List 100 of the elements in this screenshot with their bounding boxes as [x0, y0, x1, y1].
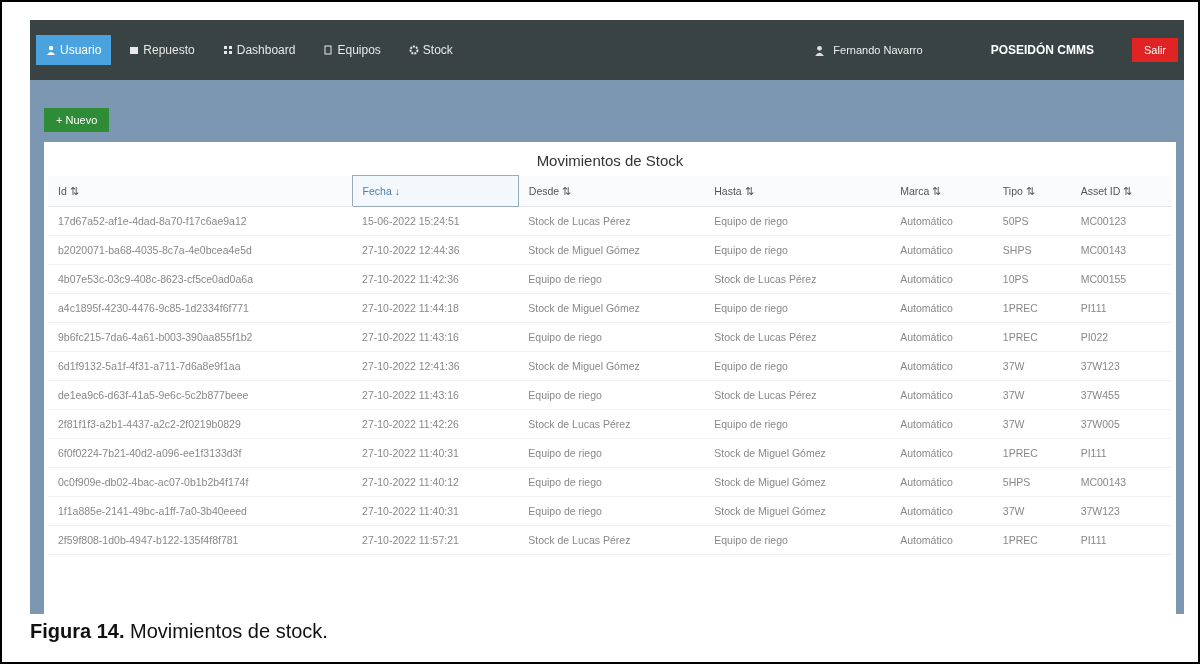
table-cell: Stock de Lucas Pérez [518, 206, 705, 236]
table-cell: 9b6fc215-7da6-4a61-b003-390aa855f1b2 [48, 322, 353, 352]
table-cell: 27-10-2022 11:43:16 [352, 322, 519, 352]
column-header[interactable]: Id ⇅ [48, 175, 353, 207]
table-cell: Equipo de riego [704, 293, 891, 323]
box-icon [129, 45, 140, 55]
table-cell: 37W [992, 351, 1071, 381]
table-cell: 27-10-2022 12:41:36 [352, 351, 519, 381]
table-cell: Automático [890, 322, 993, 352]
nav-tab[interactable]: Stock [398, 35, 463, 65]
table-cell: Stock de Miguel Gómez [704, 438, 891, 468]
table-cell: 4b07e53c-03c9-408c-8623-cf5ce0ad0a6a [48, 264, 353, 294]
table-cell: 2f81f1f3-a2b1-4437-a2c2-2f0219b0829 [48, 409, 353, 439]
user-icon [46, 45, 56, 55]
table-cell: 15-06-2022 15:24:51 [352, 206, 519, 236]
table-cell: 27-10-2022 12:44:36 [352, 235, 519, 265]
new-button[interactable]: + Nuevo [44, 108, 110, 132]
table-cell: Equipo de riego [518, 264, 705, 294]
table-cell: 0c0f909e-db02-4bac-ac07-0b1b2b4f174f [48, 467, 353, 497]
table-cell: 37W [992, 380, 1071, 410]
table-cell: 37W123 [1070, 351, 1172, 381]
user-icon [814, 44, 826, 56]
table-cell: MC00123 [1070, 206, 1172, 236]
table-cell: 17d67a52-af1e-4dad-8a70-f17c6ae9a12 [48, 206, 353, 236]
column-header[interactable]: Desde ⇅ [518, 175, 705, 207]
nav-tab[interactable]: Equipos [313, 35, 391, 65]
table-cell: 27-10-2022 11:40:31 [352, 438, 519, 468]
table-cell: Equipo de riego [704, 409, 891, 439]
table-cell: Automático [890, 409, 993, 439]
table-cell: 37W123 [1070, 496, 1172, 526]
table-cell: Automático [890, 467, 993, 497]
column-header[interactable]: Fecha ↓ [352, 175, 519, 207]
table-cell: Stock de Miguel Gómez [704, 467, 891, 497]
tablet-icon [323, 45, 334, 55]
table-cell: Stock de Lucas Pérez [704, 322, 891, 352]
figure-caption: Figura 14. Movimientos de stock. [30, 619, 329, 643]
table-cell: Equipo de riego [704, 235, 891, 265]
table-cell: PI022 [1070, 322, 1172, 352]
table-cell: PI111 [1070, 293, 1172, 323]
column-header[interactable]: Hasta ⇅ [704, 175, 891, 207]
table-cell: Stock de Miguel Gómez [518, 351, 705, 381]
table-cell: PI111 [1070, 525, 1172, 555]
table-cell: Stock de Lucas Pérez [518, 409, 705, 439]
table-cell: 27-10-2022 11:40:12 [352, 467, 519, 497]
table-cell: PI111 [1070, 438, 1172, 468]
column-header[interactable]: Tipo ⇅ [992, 175, 1071, 207]
table-cell: Automático [890, 496, 993, 526]
table-cell: b2020071-ba68-4035-8c7a-4e0bcea4e5d [48, 235, 353, 265]
table-cell: 27-10-2022 11:42:26 [352, 409, 519, 439]
logout-button[interactable]: Salir [1132, 38, 1178, 62]
table-cell: Automático [890, 351, 993, 381]
table-cell: Automático [890, 293, 993, 323]
table-cell: MC00143 [1070, 235, 1172, 265]
table-cell: 27-10-2022 11:57:21 [352, 525, 519, 555]
gear-icon [408, 45, 419, 55]
table-cell: Stock de Miguel Gómez [518, 293, 705, 323]
grid-icon [222, 45, 233, 55]
table-cell: Automático [890, 525, 993, 555]
table-cell: Stock de Lucas Pérez [704, 264, 891, 294]
table-cell: 5HPS [992, 467, 1071, 497]
table-cell: Automático [890, 380, 993, 410]
table-cell: Equipo de riego [704, 206, 891, 236]
brand-name: POSEIDÓN CMMS [990, 43, 1094, 57]
table-cell: 10PS [992, 264, 1071, 294]
table-cell: Equipo de riego [518, 496, 705, 526]
table-cell: 1PREC [992, 525, 1071, 555]
table-cell: Equipo de riego [518, 467, 705, 497]
table-cell: Equipo de riego [518, 438, 705, 468]
table-cell: Equipo de riego [518, 322, 705, 352]
table-cell: Stock de Miguel Gómez [518, 235, 705, 265]
table-cell: 6f0f0224-7b21-40d2-a096-ee1f3133d3f [48, 438, 353, 468]
table-cell: 27-10-2022 11:40:31 [352, 496, 519, 526]
nav-tab[interactable]: Dashboard [212, 35, 306, 65]
nav-tab[interactable]: Repuesto [119, 35, 205, 65]
table-cell: Equipo de riego [704, 351, 891, 381]
table-cell: Automático [890, 264, 993, 294]
table-cell: 37W455 [1070, 380, 1172, 410]
column-header[interactable]: Asset ID ⇅ [1070, 175, 1172, 207]
table-cell: Stock de Lucas Pérez [518, 525, 705, 555]
table-cell: Automático [890, 206, 993, 236]
table-cell: de1ea9c6-d63f-41a5-9e6c-5c2b877beee [48, 380, 353, 410]
table-cell: 2f59f808-1d0b-4947-b122-135f4f8f781 [48, 525, 353, 555]
table-cell: 27-10-2022 11:44:18 [352, 293, 519, 323]
table-cell: 6d1f9132-5a1f-4f31-a711-7d6a8e9f1aa [48, 351, 353, 381]
table-cell: MC00143 [1070, 467, 1172, 497]
table-cell: 1f1a885e-2141-49bc-a1ff-7a0-3b40eeed [48, 496, 353, 526]
table-cell: 37W005 [1070, 409, 1172, 439]
table-title: Movimientos de Stock [535, 151, 685, 171]
table-cell: Stock de Miguel Gómez [704, 496, 891, 526]
table-cell: Equipo de riego [518, 380, 705, 410]
table-cell: Equipo de riego [704, 525, 891, 555]
table-cell: Stock de Lucas Pérez [704, 380, 891, 410]
table-cell: SHPS [992, 235, 1071, 265]
table-cell: Automático [890, 235, 993, 265]
table-cell: 27-10-2022 11:42:36 [352, 264, 519, 294]
user-name[interactable]: Fernando Navarro [833, 44, 923, 56]
table-cell: 1PREC [992, 438, 1071, 468]
table-cell: 27-10-2022 11:43:16 [352, 380, 519, 410]
column-header[interactable]: Marca ⇅ [890, 175, 993, 207]
table-cell: 37W [992, 409, 1071, 439]
